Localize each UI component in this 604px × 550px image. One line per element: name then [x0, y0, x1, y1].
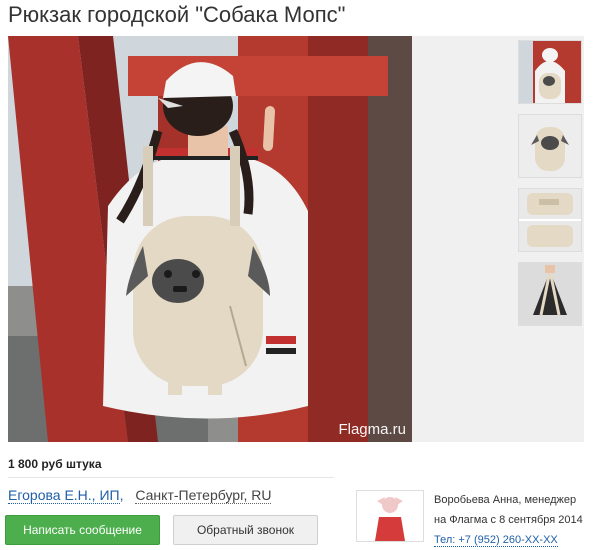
watermark-text: Flagma.ru	[338, 421, 406, 438]
thumbnail-list	[518, 40, 582, 336]
thumbnail-1[interactable]	[518, 40, 582, 104]
main-photo-illustration	[8, 36, 412, 442]
product-gallery: Flagma.ru	[8, 36, 584, 442]
send-message-button[interactable]: Написать сообщение	[5, 515, 160, 545]
manager-since: на Флагма с 8 сентября 2014	[434, 514, 583, 526]
manager-avatar	[356, 490, 424, 542]
thumbnail-3[interactable]	[518, 188, 582, 252]
product-title: Рюкзак городской "Собака Мопс"	[8, 2, 346, 27]
thumbnail-2[interactable]	[518, 114, 582, 178]
main-product-photo[interactable]: Flagma.ru	[8, 36, 412, 442]
product-price: 1 800 руб штука	[8, 457, 102, 471]
divider	[8, 477, 334, 478]
seller-info: Егорова Е.Н., ИП, Санкт-Петербург, RU	[8, 487, 272, 504]
manager-name: Воробьева Анна, менеджер	[434, 494, 577, 506]
callback-request-button[interactable]: Обратный звонок	[173, 515, 318, 545]
manager-info: Воробьева Анна, менеджер на Флагма с 8 с…	[434, 490, 598, 550]
thumbnail-4[interactable]	[518, 262, 582, 326]
manager-phone-link[interactable]: Тел: +7 (952) 260-XX-XX	[434, 534, 558, 547]
seller-separator: ,	[119, 487, 124, 503]
seller-name-link[interactable]: Егорова Е.Н., ИП	[8, 487, 120, 504]
seller-city: Санкт-Петербург, RU	[135, 487, 272, 504]
